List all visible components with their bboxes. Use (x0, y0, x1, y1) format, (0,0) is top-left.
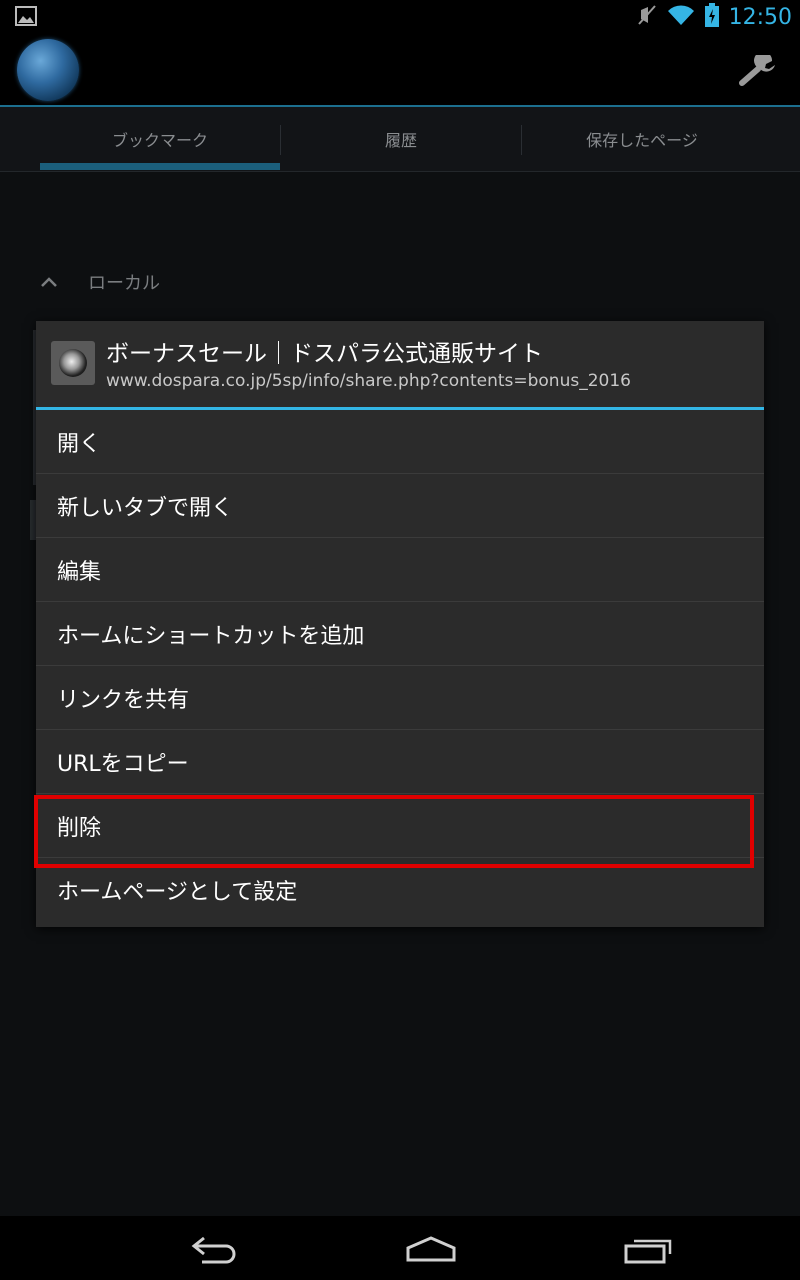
menu-item-copy-url[interactable]: URLをコピー (36, 730, 764, 794)
menu-item-share-link[interactable]: リンクを共有 (36, 666, 764, 730)
status-time: 12:50 (728, 4, 792, 30)
dialog-title: ボーナスセール｜ドスパラ公式通販サイト (106, 341, 543, 367)
delete-highlight-box (34, 795, 754, 868)
menu-item-open[interactable]: 開く (36, 410, 764, 474)
action-bar (0, 33, 800, 107)
status-bar: 12:50 (0, 0, 800, 33)
wifi-icon (667, 4, 695, 30)
tab-saved-pages[interactable]: 保存したページ (522, 107, 762, 171)
tab-bookmarks[interactable]: ブックマーク (40, 107, 280, 171)
favicon-icon (51, 341, 95, 385)
wrench-icon[interactable] (738, 51, 778, 91)
battery-icon (704, 3, 719, 31)
tab-history[interactable]: 履歴 (281, 107, 521, 171)
no-sound-icon (637, 4, 657, 30)
menu-item-add-shortcut[interactable]: ホームにショートカットを追加 (36, 602, 764, 666)
image-notification-icon (15, 6, 37, 26)
section-label: ローカル (88, 273, 160, 294)
tab-history-label: 履歴 (384, 131, 417, 150)
browser-logo-icon[interactable] (17, 39, 79, 101)
tab-bar: ブックマーク 履歴 保存したページ (0, 107, 800, 172)
tab-indicator (40, 163, 280, 170)
tab-bookmarks-label: ブックマーク (111, 131, 208, 150)
menu-item-edit[interactable]: 編集 (36, 538, 764, 602)
recent-apps-icon[interactable] (622, 1230, 676, 1270)
dialog-url: www.dospara.co.jp/5sp/info/share.php?con… (106, 371, 631, 391)
dialog-header: ボーナスセール｜ドスパラ公式通販サイト www.dospara.co.jp/5s… (36, 321, 764, 410)
tab-saved-pages-label: 保存したページ (586, 131, 698, 150)
back-icon[interactable] (190, 1230, 240, 1270)
menu-item-open-new-tab[interactable]: 新しいタブで開く (36, 474, 764, 538)
chevron-up-icon (40, 272, 58, 293)
home-icon[interactable] (404, 1230, 458, 1270)
navigation-bar (0, 1216, 800, 1280)
section-header-local[interactable]: ローカル (40, 262, 160, 302)
